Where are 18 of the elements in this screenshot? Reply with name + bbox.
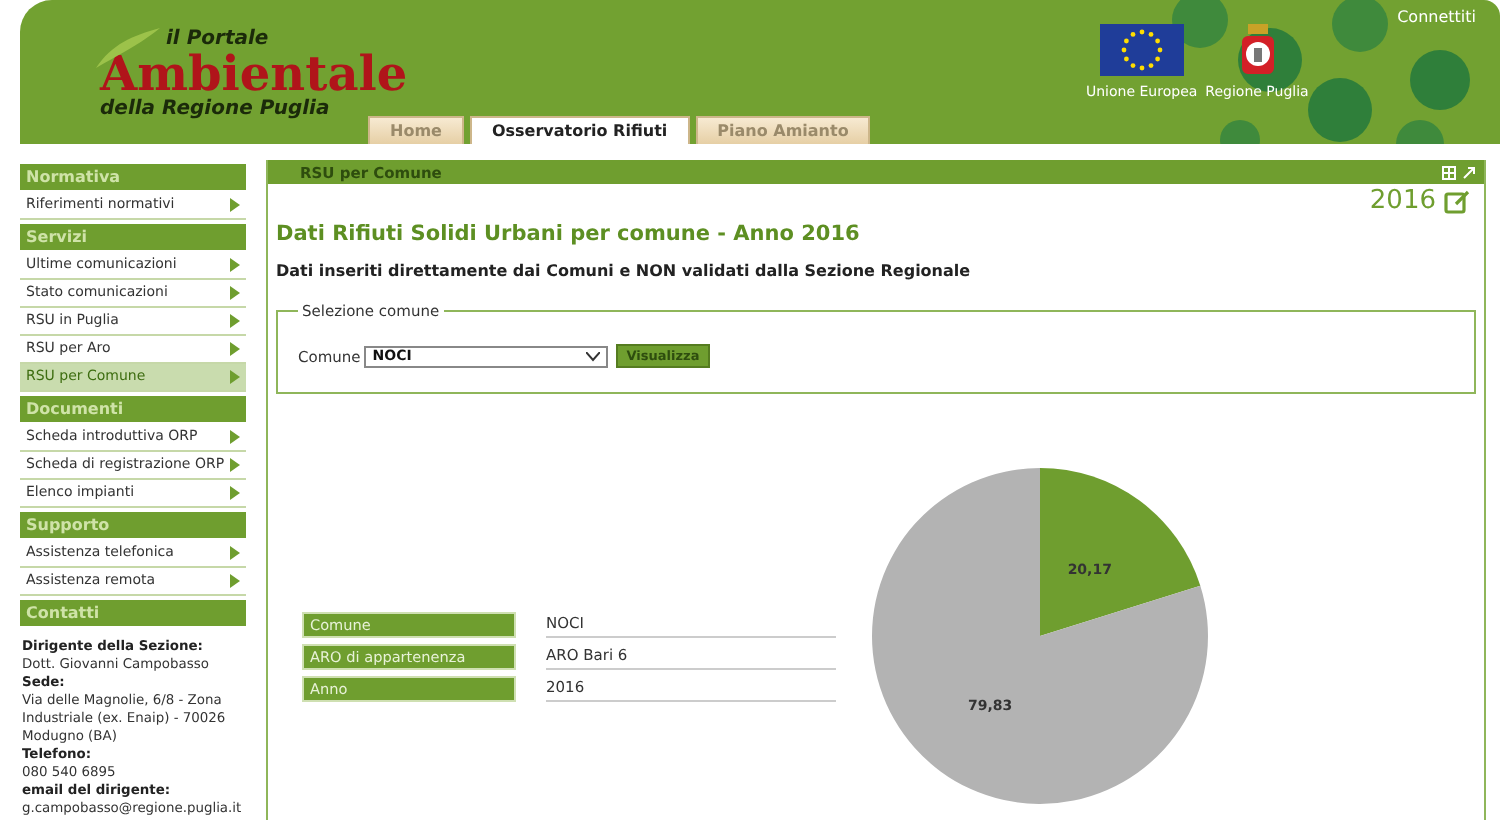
chevron-icon [230, 197, 240, 211]
section-header: Normativa [20, 164, 246, 190]
section-header: Servizi [20, 224, 246, 250]
page-heading: Dati Rifiuti Solidi Urbani per comune - Anno 2016 [274, 220, 862, 250]
edit-icon [1444, 188, 1472, 214]
logo-title: Ambientale [100, 50, 408, 98]
logo-subtitle: il Portale [166, 28, 269, 50]
year-label: 2016 [1369, 186, 1436, 216]
logo-subtitle: della Regione Puglia [100, 98, 330, 120]
grid-icon [1442, 165, 1456, 179]
expand-icon [1462, 165, 1476, 179]
nav-tab[interactable]: Osservatorio Rifiuti [469, 116, 690, 144]
section-header: Supporto [20, 512, 246, 538]
flag-icon [1099, 24, 1184, 76]
page-subtitle: Dati inseriti direttamente dai Comuni e NON validati dalla Sezione Regionale [274, 260, 973, 284]
section-header: Documenti [20, 396, 246, 422]
caret-icon [586, 351, 601, 361]
section-header: Contatti [20, 600, 246, 626]
